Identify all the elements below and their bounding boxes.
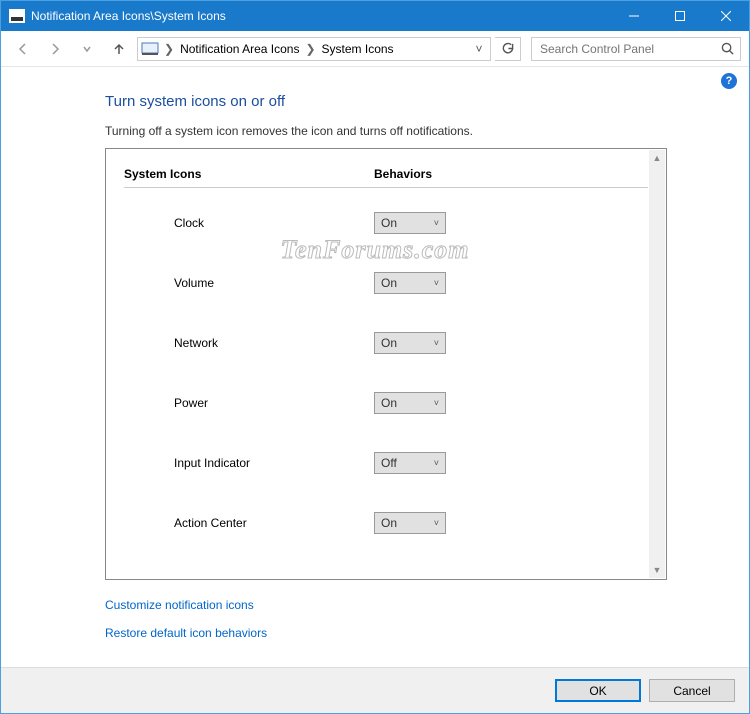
address-bar[interactable]: ❯ Notification Area Icons ❯ System Icons… (137, 37, 491, 61)
table-row: Volume On ˅ (124, 266, 648, 300)
up-button[interactable] (105, 37, 133, 61)
behavior-value: On (381, 336, 397, 350)
table-header: System Icons Behaviors (124, 167, 648, 188)
table-row: Input Indicator Off ˅ (124, 446, 648, 480)
refresh-button[interactable] (495, 37, 521, 61)
behavior-dropdown[interactable]: On ˅ (374, 332, 446, 354)
page-heading: Turn system icons on or off (105, 93, 723, 110)
customize-notification-icons-link[interactable]: Customize notification icons (105, 598, 723, 612)
behavior-dropdown[interactable]: On ˅ (374, 512, 446, 534)
dialog-button-bar: OK Cancel (1, 667, 749, 713)
search-icon (721, 42, 734, 55)
behavior-value: On (381, 516, 397, 530)
close-button[interactable] (703, 1, 749, 31)
icon-label: Network (124, 336, 374, 350)
behavior-value: Off (381, 456, 397, 470)
chevron-down-icon: ˅ (434, 518, 439, 528)
icon-label: Power (124, 396, 374, 410)
behavior-value: On (381, 396, 397, 410)
chevron-down-icon: ˅ (434, 398, 439, 408)
search-box[interactable] (531, 37, 741, 61)
content-area: Turn system icons on or off Turning off … (1, 89, 749, 640)
scrollbar[interactable]: ▲ ▼ (649, 150, 665, 578)
restore-default-behaviors-link[interactable]: Restore default icon behaviors (105, 626, 723, 640)
chevron-down-icon: ˅ (434, 338, 439, 348)
chevron-right-icon: ❯ (303, 42, 317, 56)
navbar: ❯ Notification Area Icons ❯ System Icons… (1, 31, 749, 67)
icon-label: Input Indicator (124, 456, 374, 470)
table-row: Power On ˅ (124, 386, 648, 420)
behavior-value: On (381, 216, 397, 230)
behavior-value: On (381, 276, 397, 290)
maximize-button[interactable] (657, 1, 703, 31)
recent-locations-button[interactable] (73, 37, 101, 61)
window-app-icon (9, 9, 25, 23)
control-panel-icon (140, 41, 160, 57)
table-row: Network On ˅ (124, 326, 648, 360)
behavior-dropdown[interactable]: On ˅ (374, 212, 446, 234)
forward-button[interactable] (41, 37, 69, 61)
page-subtext: Turning off a system icon removes the ic… (105, 124, 723, 138)
scroll-down-button[interactable]: ▼ (653, 564, 662, 576)
back-button[interactable] (9, 37, 37, 61)
help-icon[interactable]: ? (721, 73, 737, 89)
links-area: Customize notification icons Restore def… (105, 598, 723, 640)
table-row: Action Center On ˅ (124, 506, 648, 540)
ok-button[interactable]: OK (555, 679, 641, 702)
icon-label: Action Center (124, 516, 374, 530)
window-title: Notification Area Icons\System Icons (31, 9, 226, 23)
column-system-icons: System Icons (124, 167, 374, 181)
chevron-down-icon: ˅ (434, 278, 439, 288)
icon-label: Clock (124, 216, 374, 230)
titlebar: Notification Area Icons\System Icons (1, 1, 749, 31)
icon-label: Volume (124, 276, 374, 290)
search-input[interactable] (538, 41, 708, 57)
icons-panel: System Icons Behaviors Clock On ˅ Volume On ˅… (105, 148, 667, 580)
scroll-up-button[interactable]: ▲ (653, 152, 662, 164)
behavior-dropdown[interactable]: On ˅ (374, 272, 446, 294)
minimize-button[interactable] (611, 1, 657, 31)
address-dropdown-button[interactable]: ˅ (470, 42, 488, 56)
chevron-down-icon: ˅ (434, 218, 439, 228)
chevron-right-icon: ❯ (162, 42, 176, 56)
chevron-down-icon: ˅ (434, 458, 439, 468)
breadcrumb-notification-area-icons[interactable]: Notification Area Icons (176, 42, 303, 56)
behavior-dropdown[interactable]: On ˅ (374, 392, 446, 414)
behavior-dropdown[interactable]: Off ˅ (374, 452, 446, 474)
table-row: Clock On ˅ (124, 206, 648, 240)
breadcrumb-system-icons[interactable]: System Icons (318, 42, 398, 56)
column-behaviors: Behaviors (374, 167, 648, 181)
cancel-button[interactable]: Cancel (649, 679, 735, 702)
